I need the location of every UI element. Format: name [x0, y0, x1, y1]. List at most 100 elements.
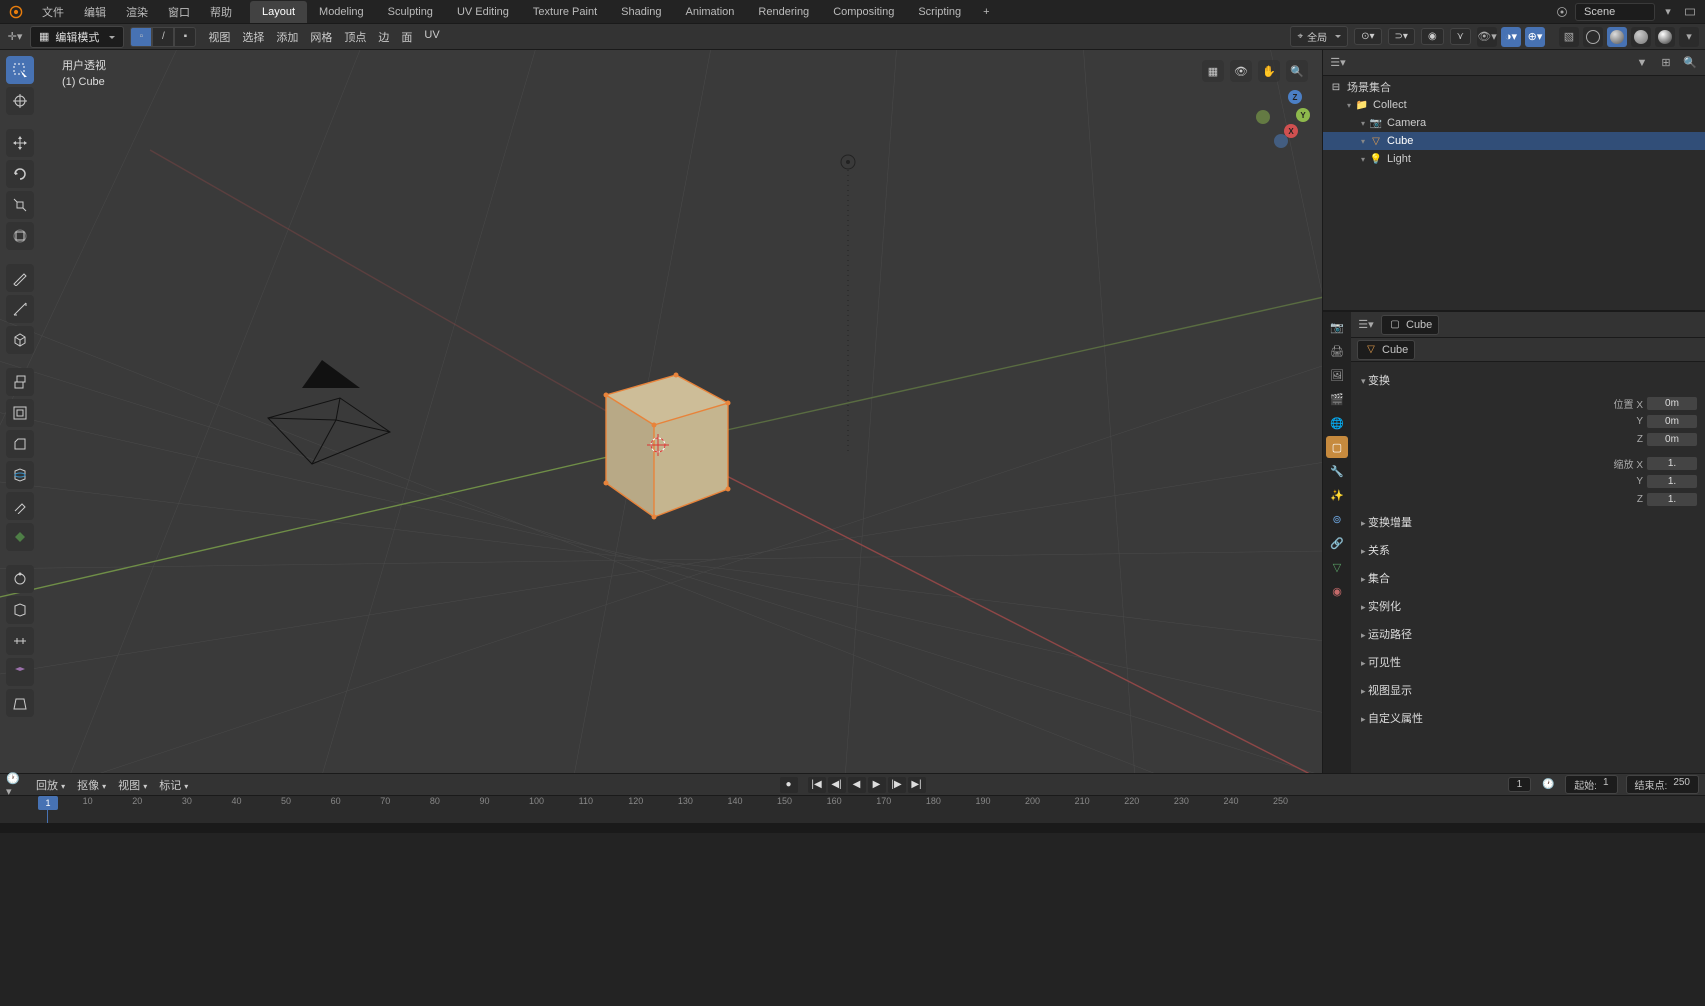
tool-inset[interactable] — [6, 399, 34, 427]
visibility-toggle[interactable]: 👁▾ — [1477, 27, 1497, 47]
mode-select[interactable]: ▦ 编辑模式 — [30, 26, 124, 48]
tool-edge-slide[interactable] — [6, 627, 34, 655]
menu-文件[interactable]: 文件 — [32, 3, 74, 23]
tool-scale[interactable] — [6, 191, 34, 219]
workspace-shading[interactable]: Shading — [609, 1, 673, 23]
autokey-button[interactable]: ● — [780, 777, 798, 793]
rendered-shading[interactable] — [1655, 27, 1675, 47]
scene-collection-row[interactable]: ⊟ 场景集合 — [1323, 78, 1705, 96]
timeline-menu-标记[interactable]: 标记 ▾ — [153, 777, 194, 793]
tool-shrink-fatten[interactable] — [6, 658, 34, 686]
proportional-edit[interactable]: ◉ — [1421, 28, 1444, 45]
prop-tab-constraints[interactable]: 🔗 — [1326, 532, 1348, 554]
menu-渲染[interactable]: 渲染 — [116, 3, 158, 23]
outliner-row-collect[interactable]: ▾📁Collect — [1323, 96, 1705, 114]
frame-end-field[interactable]: 结束点:250 — [1626, 775, 1699, 794]
timeline-track[interactable]: 1102030405060708090100110120130140150160… — [0, 796, 1705, 823]
editor-type-button[interactable]: ✛▾ — [6, 28, 24, 46]
menu-编辑[interactable]: 编辑 — [74, 3, 116, 23]
workspace-rendering[interactable]: Rendering — [746, 1, 821, 23]
prop-tab-output[interactable]: 🖨 — [1326, 340, 1348, 362]
viewport-menu-选择[interactable]: 选择 — [236, 29, 270, 45]
menu-帮助[interactable]: 帮助 — [200, 3, 242, 23]
prop-tab-material[interactable]: ◉ — [1326, 580, 1348, 602]
timeline-menu-视图[interactable]: 视图 ▾ — [112, 777, 153, 793]
tool-smooth[interactable] — [6, 596, 34, 624]
scene-icon[interactable] — [1553, 3, 1571, 21]
viewport-menu-添加[interactable]: 添加 — [270, 29, 304, 45]
tool-rip[interactable] — [6, 689, 34, 717]
panel-可见性[interactable]: 可见性 — [1359, 648, 1697, 676]
playhead[interactable]: 1 — [38, 796, 58, 810]
tool-add-cube[interactable] — [6, 326, 34, 354]
prop-tab-mesh[interactable]: ▽ — [1326, 556, 1348, 578]
tool-cursor[interactable] — [6, 87, 34, 115]
panel-实例化[interactable]: 实例化 — [1359, 592, 1697, 620]
vertex-select-mode[interactable]: ▫ — [130, 27, 152, 47]
tool-extrude[interactable] — [6, 368, 34, 396]
viewport-3d[interactable]: 用户透视 (1) Cube ▦ 👁 ✋ 🔍 Z Y X — [0, 50, 1322, 773]
wireframe-shading[interactable] — [1583, 27, 1603, 47]
pos-y-field[interactable]: 0m — [1647, 415, 1697, 428]
menu-窗口[interactable]: 窗口 — [158, 3, 200, 23]
tool-polybuild[interactable] — [6, 523, 34, 551]
pos-x-field[interactable]: 0m — [1647, 397, 1697, 410]
play-button[interactable]: ▶ — [868, 777, 886, 793]
tool-bevel[interactable] — [6, 430, 34, 458]
viewport-menu-边[interactable]: 边 — [372, 29, 395, 45]
gizmo-toggle[interactable]: ◑▾ — [1501, 27, 1521, 47]
outliner-editor-type[interactable]: ☰▾ — [1329, 54, 1347, 72]
workspace-uv-editing[interactable]: UV Editing — [445, 1, 521, 23]
properties-crumb-data[interactable]: ▽ Cube — [1357, 340, 1415, 360]
jump-end-button[interactable]: ▶| — [908, 777, 926, 793]
workspace-compositing[interactable]: Compositing — [821, 1, 906, 23]
scale-y-field[interactable]: 1. — [1647, 475, 1697, 488]
jump-start-button[interactable]: |◀ — [808, 777, 826, 793]
prop-tab-modifiers[interactable]: 🔧 — [1326, 460, 1348, 482]
keyframe-next-button[interactable]: |▶ — [888, 777, 906, 793]
tool-select-box[interactable] — [6, 56, 34, 84]
snap-toggle[interactable]: ⊃▾ — [1388, 28, 1415, 45]
tool-loopcut[interactable] — [6, 461, 34, 489]
keyframe-prev-button[interactable]: ◀| — [828, 777, 846, 793]
prop-tab-physics[interactable]: ⊚ — [1326, 508, 1348, 530]
panel-自定义属性[interactable]: 自定义属性 — [1359, 704, 1697, 732]
viewport-menu-视图[interactable]: 视图 — [202, 29, 236, 45]
panel-关系[interactable]: 关系 — [1359, 536, 1697, 564]
timeline-menu-抠像[interactable]: 抠像 ▾ — [71, 777, 112, 793]
panel-视图显示[interactable]: 视图显示 — [1359, 676, 1697, 704]
prop-tab-viewlayer[interactable]: 🖼 — [1326, 364, 1348, 386]
tool-knife[interactable] — [6, 492, 34, 520]
edge-select-mode[interactable]: / — [152, 27, 174, 47]
tool-measure[interactable] — [6, 295, 34, 323]
workspace-layout[interactable]: Layout — [250, 1, 307, 23]
pos-z-field[interactable]: 0m — [1647, 433, 1697, 446]
workspace-scripting[interactable]: Scripting — [906, 1, 973, 23]
matprev-shading[interactable] — [1631, 27, 1651, 47]
solid-shading[interactable] — [1607, 27, 1627, 47]
prop-tab-world[interactable]: 🌐 — [1326, 412, 1348, 434]
panel-集合[interactable]: 集合 — [1359, 564, 1697, 592]
overlay-toggle[interactable]: ⊕▾ — [1525, 27, 1545, 47]
view-zoom-button[interactable]: 🔍 — [1286, 60, 1308, 82]
view-camera-button[interactable]: ▦ — [1202, 60, 1224, 82]
panel-变换增量[interactable]: 变换增量 — [1359, 508, 1697, 536]
tool-rotate[interactable] — [6, 160, 34, 188]
add-workspace-button[interactable]: + — [973, 2, 999, 22]
viewport-menu-顶点[interactable]: 顶点 — [338, 29, 372, 45]
shading-options[interactable]: ▾ — [1679, 27, 1699, 47]
transform-orientation[interactable]: ⌖ 全局 — [1290, 26, 1348, 47]
mesh-automerge[interactable]: ⋎ — [1450, 28, 1471, 45]
tool-annotate[interactable] — [6, 264, 34, 292]
current-frame-field[interactable]: 1 — [1508, 777, 1532, 792]
outliner-row-camera[interactable]: ▾📷Camera — [1323, 114, 1705, 132]
workspace-modeling[interactable]: Modeling — [307, 1, 376, 23]
navigation-gizmo[interactable]: Z Y X — [1252, 90, 1308, 146]
xray-toggle[interactable]: ▧ — [1559, 27, 1579, 47]
scene-name-field[interactable]: Scene — [1575, 3, 1655, 21]
frame-start-field[interactable]: 起始:1 — [1565, 775, 1617, 794]
scene-browse-button[interactable]: ▾ — [1659, 3, 1677, 21]
prop-tab-scene[interactable]: 🎬 — [1326, 388, 1348, 410]
tool-transform[interactable] — [6, 222, 34, 250]
prop-tab-object[interactable]: ▢ — [1326, 436, 1348, 458]
